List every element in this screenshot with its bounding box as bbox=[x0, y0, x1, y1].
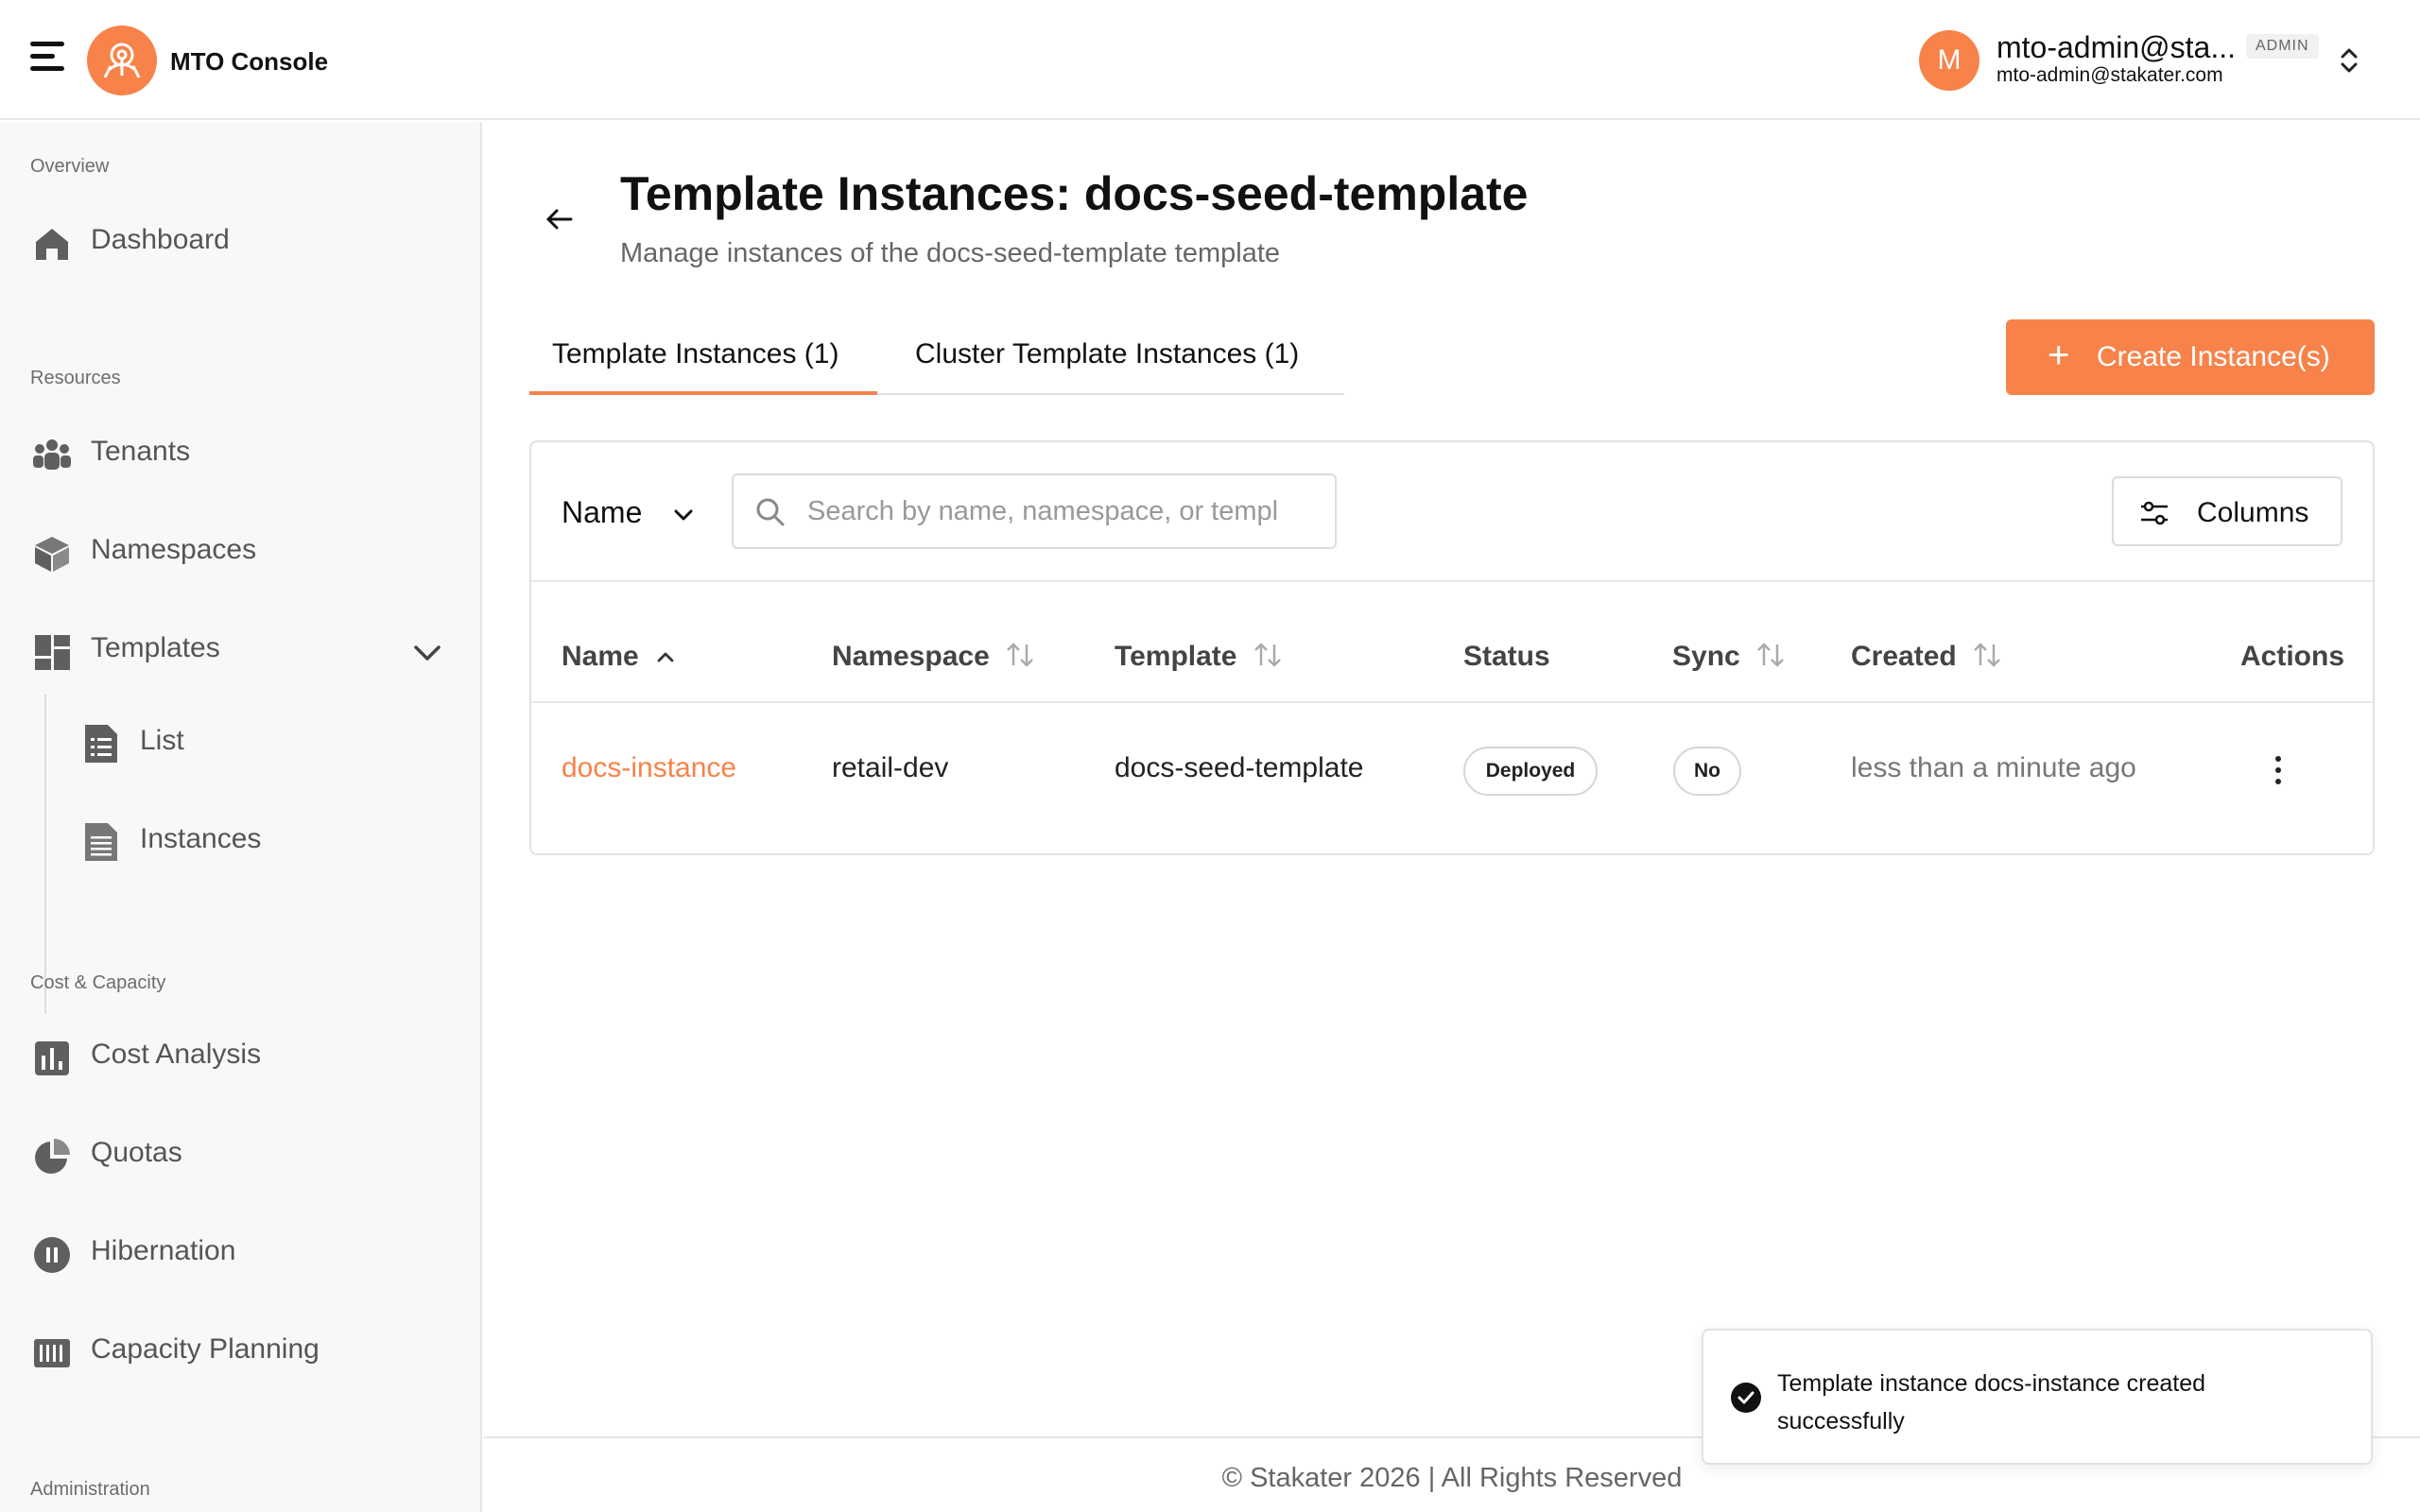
page-title: Template Instances: docs-seed-template bbox=[620, 167, 1529, 220]
instance-name-link[interactable]: docs-instance bbox=[562, 752, 736, 784]
create-instances-button[interactable]: + Create Instance(s) bbox=[2006, 319, 2375, 395]
sort-icon bbox=[1757, 643, 1784, 667]
columns-button[interactable]: Columns bbox=[2112, 476, 2342, 546]
plus-icon: + bbox=[2048, 335, 2070, 376]
pause-circle-icon bbox=[32, 1235, 72, 1275]
column-header-actions: Actions bbox=[2240, 641, 2345, 672]
sidebar-item-label: Templates bbox=[91, 632, 220, 663]
sliders-icon bbox=[2138, 497, 2170, 534]
sort-icon bbox=[1974, 643, 2000, 667]
sidebar-item-label: Dashboard bbox=[91, 224, 230, 255]
hamburger-menu-icon[interactable] bbox=[30, 42, 64, 76]
tab-template-instances[interactable]: Template Instances (1) bbox=[529, 327, 877, 395]
section-label-overview: Overview bbox=[30, 156, 110, 177]
section-label-administration: Administration bbox=[30, 1479, 150, 1500]
search-box[interactable] bbox=[732, 473, 1337, 549]
search-icon bbox=[754, 496, 786, 533]
cell-created: less than a minute ago bbox=[1851, 752, 2136, 783]
column-header-template[interactable]: Template bbox=[1115, 641, 1283, 673]
app-brand-title: MTO Console bbox=[170, 47, 329, 76]
sidebar-item-namespaces[interactable]: Namespaces bbox=[0, 515, 480, 591]
top-header: MTO Console M mto-admin@sta... mto-admin… bbox=[0, 0, 2420, 120]
sidebar-item-label: Quotas bbox=[91, 1137, 182, 1168]
chevron-up-down-icon[interactable] bbox=[2335, 42, 2363, 79]
sidebar-item-label: Instances bbox=[140, 823, 262, 854]
sidebar-item-quotas[interactable]: Quotas bbox=[0, 1118, 480, 1194]
tab-bar: Template Instances (1) Cluster Template … bbox=[529, 327, 1344, 395]
app-logo-icon[interactable] bbox=[87, 26, 157, 95]
sidebar-item-label: Capacity Planning bbox=[91, 1333, 320, 1365]
arrow-left-icon bbox=[546, 209, 573, 230]
table-row: docs-instance retail-dev docs-seed-templ… bbox=[531, 705, 2373, 847]
sidebar-item-label: Hibernation bbox=[91, 1235, 236, 1266]
sort-icon bbox=[1253, 643, 1281, 667]
chevron-down-icon[interactable] bbox=[410, 636, 444, 670]
column-header-namespace[interactable]: Namespace bbox=[832, 641, 1035, 673]
document-list-icon bbox=[81, 723, 119, 765]
sidebar-item-hibernation[interactable]: Hibernation bbox=[0, 1216, 480, 1292]
status-badge: Deployed bbox=[1463, 747, 1598, 796]
sidebar-item-instances[interactable]: Instances bbox=[0, 804, 480, 880]
sidebar-item-cost-analysis[interactable]: Cost Analysis bbox=[0, 1020, 480, 1095]
sidebar-item-label: List bbox=[140, 725, 184, 756]
sidebar-item-tenants[interactable]: Tenants bbox=[0, 417, 480, 492]
column-header-sync[interactable]: Sync bbox=[1672, 641, 1786, 673]
check-circle-icon bbox=[1730, 1382, 1762, 1418]
instances-table-card: Name Columns Name Namespace Template bbox=[529, 440, 2375, 855]
avatar[interactable]: M bbox=[1919, 30, 1979, 91]
section-label-resources: Resources bbox=[30, 368, 121, 388]
user-email: mto-admin@stakater.com bbox=[1996, 64, 2223, 86]
chevron-down-icon bbox=[671, 503, 696, 532]
sidebar-item-dashboard[interactable]: Dashboard bbox=[0, 205, 480, 281]
sidebar-item-capacity-planning[interactable]: Capacity Planning bbox=[0, 1314, 480, 1390]
sort-asc-icon bbox=[657, 652, 674, 662]
tab-cluster-template-instances[interactable]: Cluster Template Instances (1) bbox=[915, 327, 1340, 395]
column-header-name[interactable]: Name bbox=[562, 641, 677, 673]
user-name: mto-admin@sta... bbox=[1996, 30, 2236, 64]
sidebar-item-templates[interactable]: Templates bbox=[0, 613, 480, 689]
sidebar-item-label: Cost Analysis bbox=[91, 1039, 262, 1070]
users-icon bbox=[32, 436, 72, 475]
success-toast: Template instance docs-instance created … bbox=[1702, 1329, 2373, 1465]
sidebar-item-label: Namespaces bbox=[91, 534, 257, 565]
page-subtitle: Manage instances of the docs-seed-templa… bbox=[620, 238, 1281, 268]
back-button[interactable] bbox=[541, 200, 579, 238]
search-input[interactable] bbox=[807, 492, 1318, 530]
footer-copyright: © Stakater 2026 | All Rights Reserved bbox=[1221, 1463, 1683, 1493]
pie-chart-icon bbox=[32, 1137, 72, 1177]
sync-badge: No bbox=[1673, 747, 1741, 796]
more-actions-icon[interactable] bbox=[2269, 752, 2288, 790]
bar-chart-icon bbox=[32, 1039, 72, 1078]
cell-template: docs-seed-template bbox=[1115, 752, 1364, 783]
section-label-cost-capacity: Cost & Capacity bbox=[30, 972, 166, 993]
column-header-created[interactable]: Created bbox=[1851, 641, 2002, 673]
table-header: Name Namespace Template Status Sync Crea… bbox=[531, 580, 2373, 703]
toast-message: Template instance docs-instance created … bbox=[1777, 1370, 2206, 1435]
calendar-grid-icon bbox=[32, 1333, 72, 1373]
sidebar: Overview Dashboard Resources Tenants Nam… bbox=[0, 122, 482, 1512]
dashboard-layout-icon bbox=[32, 632, 72, 672]
sidebar-item-list[interactable]: List bbox=[0, 706, 480, 782]
role-badge: ADMIN bbox=[2246, 34, 2319, 59]
cell-namespace: retail-dev bbox=[832, 752, 949, 783]
home-icon bbox=[32, 224, 72, 264]
box-icon bbox=[32, 534, 72, 574]
sidebar-item-label: Tenants bbox=[91, 436, 191, 467]
sort-icon bbox=[1007, 643, 1034, 667]
document-icon bbox=[81, 821, 119, 863]
filter-field-select[interactable]: Name bbox=[562, 486, 713, 542]
column-header-status: Status bbox=[1463, 641, 1550, 672]
